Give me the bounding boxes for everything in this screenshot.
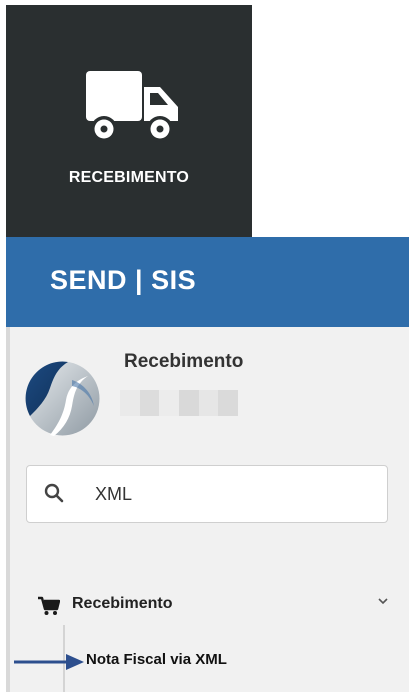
sidebar: Recebimento Recebimento (6, 327, 409, 692)
recebimento-tile[interactable]: RECEBIMENTO (6, 5, 252, 237)
cart-icon (38, 596, 60, 615)
profile-subtitle-redacted (120, 390, 239, 416)
sidebar-item-recebimento[interactable]: Recebimento (6, 582, 409, 628)
search-icon (44, 483, 64, 503)
chevron-down-icon[interactable] (376, 594, 390, 608)
sidebar-edge (6, 327, 10, 692)
brand-title[interactable]: SEND | SIS (50, 265, 196, 296)
search-box[interactable] (26, 465, 388, 523)
submenu-item-nota-fiscal-xml[interactable]: Nota Fiscal via XML (86, 651, 227, 675)
company-logo-icon (25, 361, 100, 436)
profile-name: Recebimento (124, 351, 244, 372)
pointer-arrow-icon (14, 654, 84, 670)
sidebar-item-label: Recebimento (72, 595, 173, 612)
header-bar: SEND | SIS (6, 237, 409, 327)
search-input[interactable] (95, 478, 365, 510)
tile-label: RECEBIMENTO (68, 169, 190, 186)
truck-icon (86, 71, 178, 142)
page: RECEBIMENTO SEND | SIS Recebimento XML R… (0, 0, 409, 692)
